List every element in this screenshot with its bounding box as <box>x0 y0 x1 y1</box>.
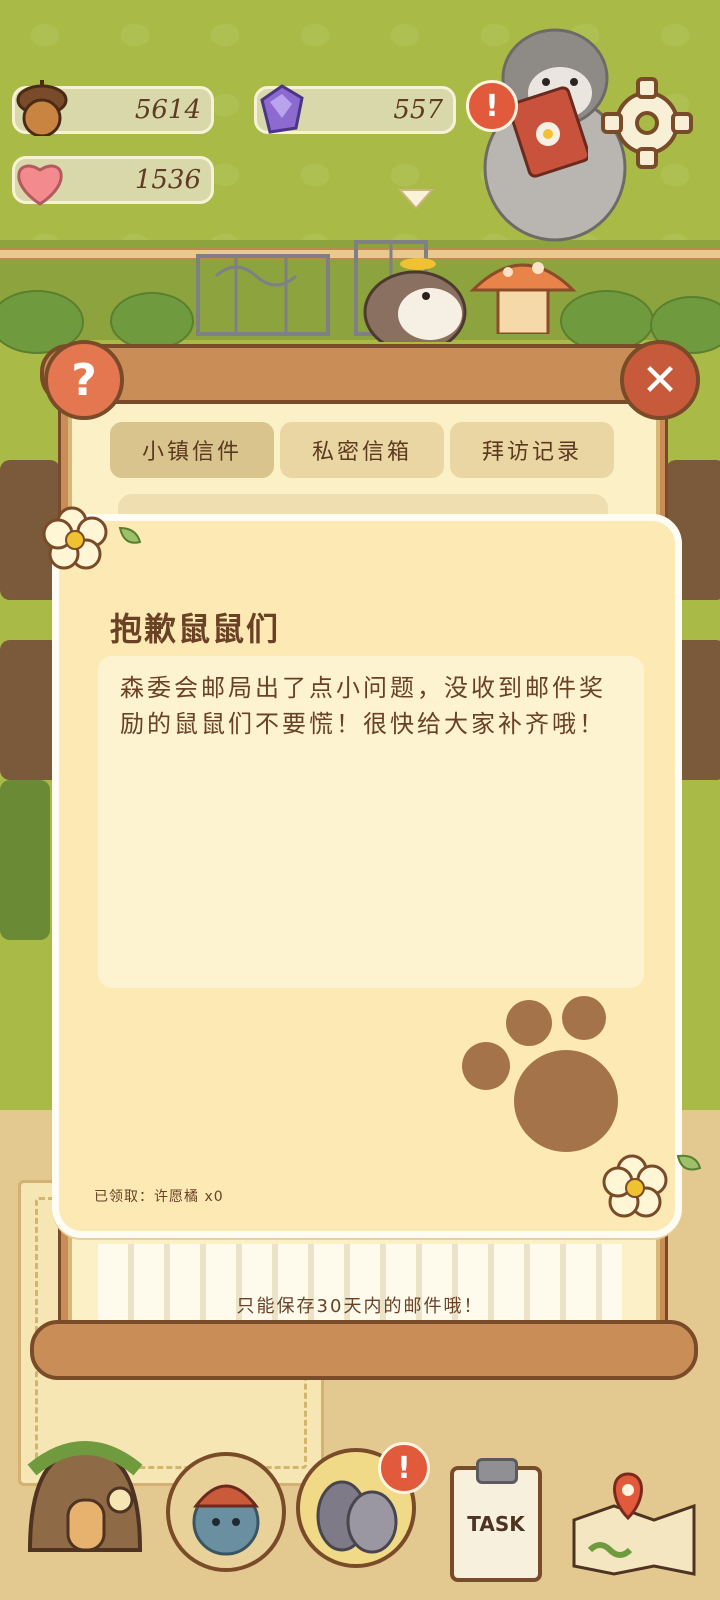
bush <box>110 292 194 350</box>
tree-left <box>0 780 50 940</box>
side-wall-left <box>0 640 60 780</box>
flower-decoration <box>42 506 142 570</box>
gem-count: 557 <box>393 95 443 125</box>
acorn-count: 5614 <box>134 95 201 125</box>
tab-visit-records[interactable]: 拜访记录 <box>450 422 614 478</box>
tab-town-mail[interactable]: 小镇信件 <box>110 422 274 478</box>
heart-count: 1536 <box>134 165 201 195</box>
mushroom-house[interactable] <box>468 250 578 334</box>
letter-title: 抱歉鼠鼠们 <box>110 610 281 648</box>
clipboard-clip <box>476 1458 518 1484</box>
letter-body-text: 森委会邮局出了点小问题，没收到邮件奖励的鼠鼠们不要慌！很快给大家补齐哦！ <box>120 674 606 738</box>
gear-icon[interactable] <box>600 76 694 170</box>
close-icon[interactable]: ✕ <box>620 340 700 420</box>
tab-private-mailbox[interactable]: 私密信箱 <box>280 422 444 478</box>
alert-badge[interactable]: ! <box>466 80 518 132</box>
chevron-down-icon[interactable] <box>396 186 436 212</box>
home-icon[interactable] <box>20 1430 150 1570</box>
character-button[interactable] <box>166 1452 286 1572</box>
mail-book-icon[interactable] <box>512 86 588 178</box>
acorn-icon <box>16 80 68 136</box>
paw-icon <box>462 994 632 1164</box>
task-button[interactable]: TASK <box>450 1458 542 1582</box>
avatar <box>192 1484 260 1556</box>
heart-icon <box>17 164 63 206</box>
task-label: TASK <box>467 1512 525 1536</box>
claimed-reward-text: 已领取：许愿橘 x0 <box>94 1189 224 1205</box>
gem-icon <box>260 84 304 134</box>
board-top-beam <box>40 344 688 404</box>
friends-alert-badge: ! <box>378 1442 430 1494</box>
help-icon[interactable]: ? <box>44 340 124 420</box>
map-icon[interactable] <box>570 1470 700 1580</box>
otter-character[interactable] <box>360 252 470 342</box>
board-bottom-beam <box>30 1320 698 1380</box>
retention-notice: 只能保存30天内的邮件哦！ <box>236 1296 484 1317</box>
